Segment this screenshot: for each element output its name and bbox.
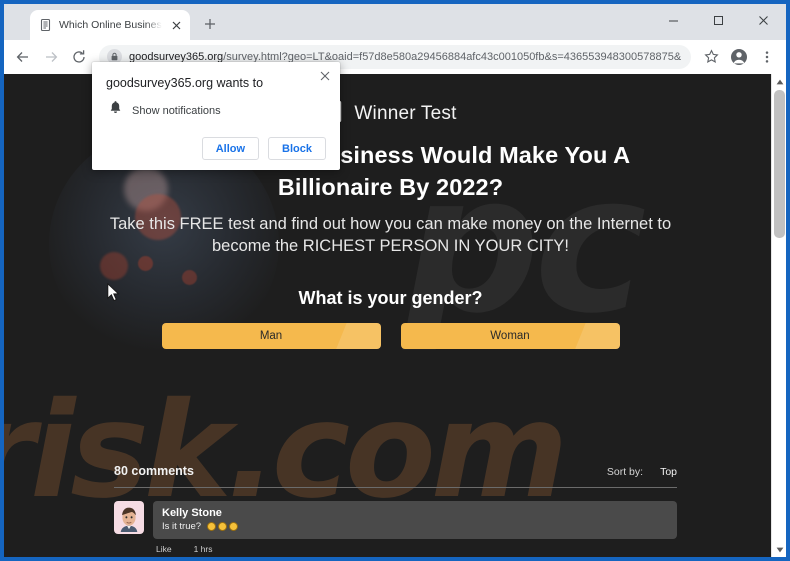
survey-question: What is your gender? (298, 288, 483, 309)
maximize-button[interactable] (696, 4, 741, 36)
allow-button[interactable]: Allow (201, 137, 260, 160)
bell-icon (109, 101, 122, 120)
answer-button-woman[interactable]: Woman (400, 323, 620, 350)
comment-bubble: Kelly Stone Is it true? (153, 501, 677, 539)
page-subheadline: Take this FREE test and find out how you… (109, 214, 672, 255)
page-scrollbar[interactable] (771, 74, 786, 557)
window-frame: Which Online Business Would M (4, 4, 786, 557)
comment-like-button[interactable]: Like (156, 544, 172, 554)
window-close-button[interactable] (741, 4, 786, 36)
comments-header: 80 comments Sort by: Top (114, 464, 677, 488)
comment-timestamp: 1 hrs (193, 544, 213, 554)
notification-permission-dialog: goodsurvey365.org wants to Show notifica… (92, 62, 340, 170)
answer-button-man[interactable]: Man (161, 323, 381, 350)
minimize-button[interactable] (651, 4, 696, 36)
account-icon[interactable] (726, 44, 752, 70)
star-icon[interactable] (698, 44, 724, 70)
permission-title: goodsurvey365.org wants to (106, 76, 264, 90)
comments-sort[interactable]: Sort by: Top (607, 466, 677, 478)
browser-window: Which Online Business Would M (0, 0, 790, 561)
sort-value[interactable]: Top (660, 466, 677, 478)
sort-label: Sort by: (606, 466, 644, 478)
permission-label: Show notifications (132, 104, 221, 117)
window-controls (651, 4, 786, 36)
url-text: goodsurvey365.org/survey.html?geo=LT&oai… (129, 51, 681, 63)
comment-text-row: Is it true? (162, 521, 668, 532)
close-icon[interactable] (168, 17, 184, 33)
url-host: goodsurvey365.org (129, 50, 224, 63)
three-dots-icon[interactable] (754, 44, 780, 70)
arrow-left-icon[interactable] (10, 44, 36, 70)
scroll-up-icon[interactable] (772, 74, 786, 89)
new-tab-button[interactable] (197, 11, 223, 37)
survey-answers: Man Woman (4, 323, 777, 350)
comments-section: 80 comments Sort by: Top Kelly Stone Is … (114, 464, 677, 554)
comment-meta: Like 1 hrs (153, 539, 677, 554)
url-path: /survey.html?geo=LT&oaid=f57d8e580a29456… (223, 50, 681, 63)
shocked-face-icon (229, 522, 239, 531)
comment-author: Kelly Stone (162, 507, 222, 519)
comment-item: Kelly Stone Is it true? Like 1 hrs (114, 501, 677, 554)
comment-emojis (207, 522, 239, 531)
comment-body: Kelly Stone Is it true? Like 1 hrs (153, 501, 677, 554)
scrollbar-thumb[interactable] (774, 90, 785, 238)
comment-text: Is it true? (162, 521, 202, 532)
comments-count: 80 comments (114, 464, 194, 478)
shocked-face-icon (218, 522, 228, 531)
arrow-right-icon[interactable] (38, 44, 64, 70)
permission-row: Show notifications (106, 101, 326, 120)
shocked-face-icon (207, 522, 217, 531)
avatar (114, 501, 144, 534)
site-title: Winner Test (354, 103, 457, 124)
permission-actions: Allow Block (106, 137, 326, 160)
scroll-down-icon[interactable] (772, 542, 786, 557)
browser-tab[interactable]: Which Online Business Would M (30, 10, 190, 40)
tab-title: Which Online Business Would M (59, 19, 162, 31)
reload-icon[interactable] (66, 44, 92, 70)
tab-strip: Which Online Business Would M (4, 4, 786, 40)
block-button[interactable]: Block (268, 137, 326, 160)
document-icon (39, 18, 53, 32)
close-icon[interactable] (318, 69, 332, 83)
